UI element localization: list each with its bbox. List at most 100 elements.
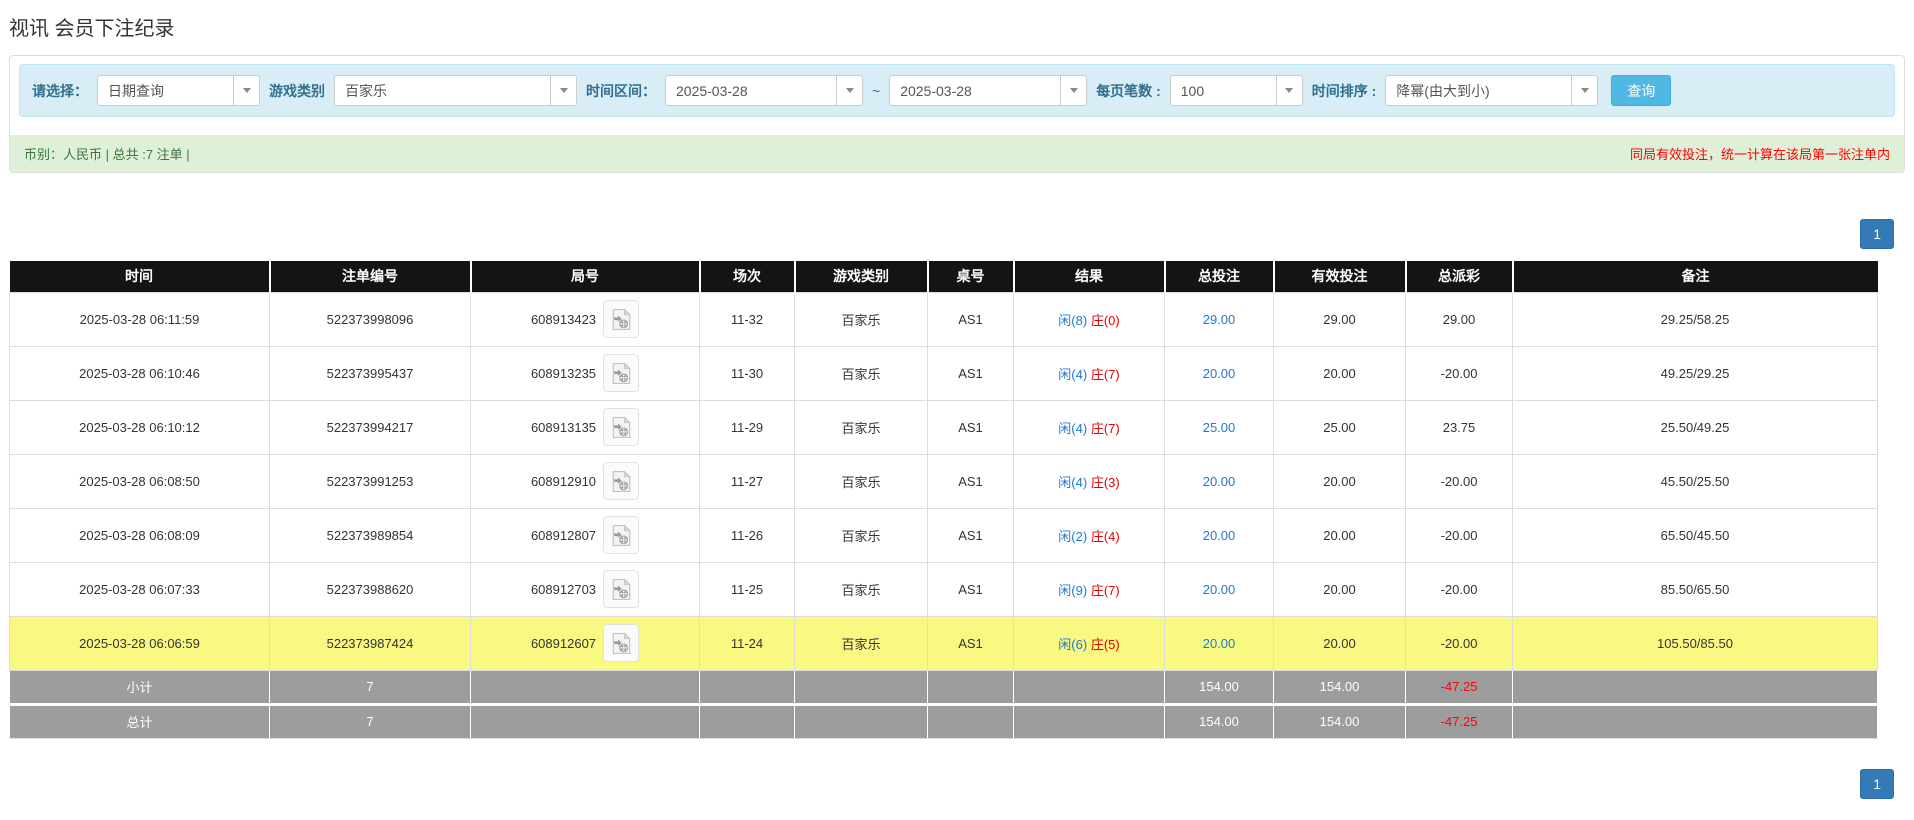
summary-empty-cell [927,669,1014,705]
summary-empty-cell [699,702,795,739]
cell-payout: -20.00 [1405,615,1513,671]
summary-bar: 币别：人民币 | 总共 :7 注单 | 同局有效投注，统一计算在该局第一张注单内 [10,135,1904,172]
video-replay-button[interactable] [603,300,640,338]
page-size-label: 每页笔数 : [1096,82,1161,99]
round-id-text: 608913135 [530,419,597,435]
cell-bet-id: 522373994217 [269,399,471,455]
total-bet-link[interactable]: 25.00 [1203,420,1236,435]
video-file-icon [612,524,631,546]
table-row: 2025-03-28 06:11:59 522373998096 608913423… [9,291,1878,347]
chevron-down-icon[interactable] [1571,76,1597,105]
range-separator: ~ [872,82,881,99]
video-replay-button[interactable] [603,624,640,662]
cell-time: 2025-03-28 06:10:12 [9,399,270,455]
chevron-down-icon[interactable] [836,76,862,105]
column-header-2: 局号 [469,261,700,292]
cell-table-no: AS1 [927,453,1014,509]
video-replay-button[interactable] [603,516,640,554]
total-bet-link[interactable]: 20.00 [1203,528,1236,543]
query-type-label: 请选择： [32,82,88,99]
chevron-down-icon[interactable] [1060,76,1086,105]
column-header-1: 注单编号 [268,261,471,292]
cell-total-bet: 25.00 [1164,399,1274,455]
summary-empty-cell [470,669,700,705]
video-replay-button[interactable] [603,570,640,608]
cell-round-id: 608912607 [470,615,700,671]
result-player: 闲(6) [1058,636,1088,652]
cell-round-id: 608912807 [470,507,700,563]
cell-game-category: 百家乐 [794,561,928,617]
cell-session: 11-24 [699,615,795,671]
chevron-down-icon[interactable] [233,76,259,105]
video-file-icon [612,308,631,330]
table-row: 2025-03-28 06:06:59 522373987424 608912607… [9,615,1878,671]
cell-session: 11-30 [699,345,795,401]
page-size-select[interactable]: 100 [1169,75,1303,106]
cell-payout: -20.00 [1405,345,1513,401]
total-bet-link[interactable]: 20.00 [1203,582,1236,597]
summary-label: 总计 [9,702,270,739]
total-bet-link[interactable]: 20.00 [1203,636,1236,651]
cell-session: 11-27 [699,453,795,509]
game-category-select[interactable]: 百家乐 [334,75,577,106]
time-sort-select[interactable]: 降幂(由大到小) [1385,75,1599,106]
query-type-select[interactable]: 日期查询 [97,75,260,106]
result-banker: 庄(7) [1090,582,1120,598]
table-row: 2025-03-28 06:08:50 522373991253 608912910… [9,453,1878,509]
cell-round-id: 608913135 [470,399,700,455]
summary-empty-cell [1013,702,1165,739]
result-player: 闲(8) [1058,312,1088,328]
date-to-picker[interactable]: 2025-03-28 [889,75,1088,106]
cell-remark: 65.50/45.50 [1512,507,1878,563]
column-header-5: 桌号 [926,261,1014,292]
cell-remark: 85.50/65.50 [1512,561,1878,617]
table-row: 2025-03-28 06:08:09 522373989854 608912807… [9,507,1878,563]
round-id-text: 608912703 [530,581,597,597]
time-sort-label: 时间排序 : [1311,82,1377,99]
cell-valid-bet: 25.00 [1273,399,1406,455]
cell-remark: 25.50/49.25 [1512,399,1878,455]
summary-count: 7 [269,702,471,739]
round-id-text: 608912910 [530,473,597,489]
grand-total-row: 总计 7 154.00 154.00 -47.25 [9,702,1878,739]
round-id-text: 608913423 [530,311,597,327]
cell-table-no: AS1 [927,345,1014,401]
video-replay-button[interactable] [603,354,640,392]
pagination-page-1[interactable]: 1 [1860,219,1894,249]
video-file-icon [612,416,631,438]
video-replay-button[interactable] [603,462,640,500]
column-header-8: 有效投注 [1272,261,1406,292]
cell-result: 闲(8) 庄(0) [1013,291,1165,347]
cell-time: 2025-03-28 06:07:33 [9,561,270,617]
round-id-text: 608912607 [530,635,597,651]
cell-remark: 29.25/58.25 [1512,291,1878,347]
total-bet-link[interactable]: 29.00 [1203,312,1236,327]
chevron-down-icon[interactable] [550,76,576,105]
video-file-icon [612,362,631,384]
total-bet-link[interactable]: 20.00 [1203,474,1236,489]
summary-total-bet: 154.00 [1164,702,1274,739]
cell-payout: 23.75 [1405,399,1513,455]
pagination-page-1[interactable]: 1 [1860,768,1894,799]
cell-payout: 29.00 [1405,291,1513,347]
date-from-value: 2025-03-28 [676,82,748,99]
result-banker: 庄(5) [1090,636,1120,652]
result-player: 闲(9) [1058,582,1088,598]
pagination-top: 1 [9,219,1905,249]
total-bet-link[interactable]: 20.00 [1203,366,1236,381]
date-from-picker[interactable]: 2025-03-28 [665,75,863,106]
cell-total-bet: 29.00 [1164,291,1274,347]
column-header-0: 时间 [9,261,270,292]
cell-valid-bet: 29.00 [1273,291,1406,347]
video-replay-button[interactable] [603,408,640,446]
same-round-note: 同局有效投注，统一计算在该局第一张注单内 [1629,147,1890,162]
chevron-down-icon[interactable] [1275,76,1302,105]
cell-bet-id: 522373989854 [269,507,471,563]
cell-total-bet: 20.00 [1164,453,1274,509]
search-button[interactable]: 查询 [1611,75,1672,106]
cell-bet-id: 522373995437 [269,345,471,401]
cell-valid-bet: 20.00 [1273,615,1406,671]
summary-label: 小计 [9,669,270,705]
cell-result: 闲(6) 庄(5) [1013,615,1165,671]
column-header-10: 备注 [1511,261,1878,292]
